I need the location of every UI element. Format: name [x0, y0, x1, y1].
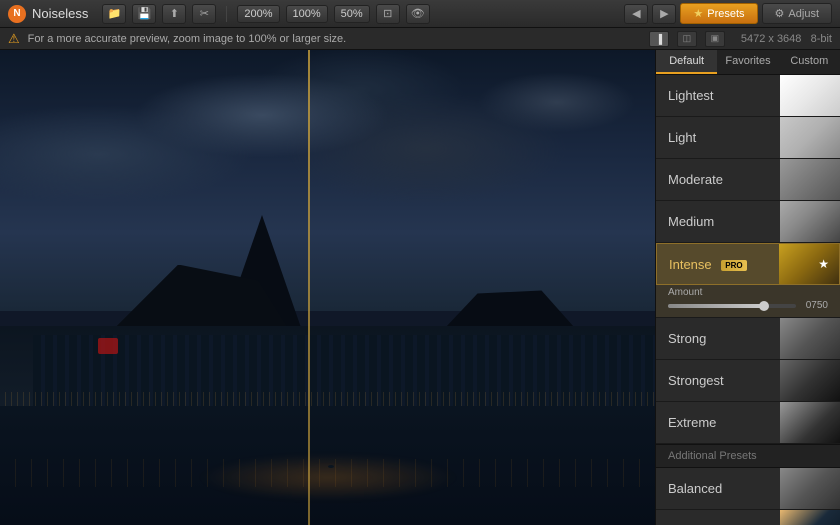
preset-moderate-label: Moderate [668, 172, 723, 187]
amount-thumb[interactable] [759, 301, 769, 311]
app-title: Noiseless [32, 6, 88, 21]
preset-extreme[interactable]: Extreme [656, 402, 840, 444]
separator-1 [226, 6, 227, 22]
zoom-200[interactable]: 200% [237, 5, 279, 23]
titlebar: N Noiseless 📁 💾 ⬆ ✂ 200% 100% 50% ⊡ 👁 ◀ … [0, 0, 840, 28]
amount-row: Amount 0750 [656, 285, 840, 318]
nav-forward-button[interactable]: ▶ [652, 4, 676, 24]
view-split-button[interactable]: ▐ [649, 31, 669, 47]
compare-button[interactable]: 👁 [406, 4, 430, 24]
preset-moderate[interactable]: Moderate [656, 159, 840, 201]
view-side-button[interactable]: ◫ [677, 31, 697, 47]
preset-strong-thumbnail [780, 318, 840, 359]
preset-medium[interactable]: Medium [656, 201, 840, 243]
preset-intense-label: Intense PRO [669, 257, 747, 272]
preset-intense-thumbnail [779, 244, 839, 284]
tab-favorites[interactable]: Favorites [717, 50, 778, 74]
warning-icon: ⚠ [8, 31, 20, 47]
app-icon: N [8, 5, 26, 23]
image-container [0, 50, 655, 525]
preset-strongest-thumbnail [780, 360, 840, 401]
infobar: ⚠ For a more accurate preview, zoom imag… [0, 28, 840, 50]
amount-slider[interactable] [668, 304, 796, 308]
preset-light[interactable]: Light [656, 117, 840, 159]
open-file-button[interactable]: 📁 [102, 4, 126, 24]
preset-medium-label: Medium [668, 214, 714, 229]
preset-balanced-label: Balanced [668, 481, 722, 496]
boat [328, 465, 334, 468]
right-panel: Default Favorites Custom Lightest Light … [655, 50, 840, 525]
water-glow [197, 454, 459, 502]
preset-lightest-label: Lightest [668, 88, 714, 103]
preset-extreme-label: Extreme [668, 415, 716, 430]
preset-balanced[interactable]: Balanced [656, 468, 840, 510]
toolbar-right: ◀ ▶ ★ Presets ⚙ Adjust [624, 3, 832, 24]
zoom-50[interactable]: 50% [334, 5, 370, 23]
save-button[interactable]: 💾 [132, 4, 156, 24]
intense-star-icon[interactable]: ★ [818, 257, 829, 271]
preset-strongest[interactable]: Strongest [656, 360, 840, 402]
share-button[interactable]: ⬆ [162, 4, 186, 24]
preset-balanced-thumbnail [780, 468, 840, 509]
adjust-tab-label: Adjust [788, 8, 819, 20]
preset-lightest[interactable]: Lightest [656, 75, 840, 117]
preset-medium-thumbnail [780, 201, 840, 242]
preset-strongest-label: Strongest [668, 373, 724, 388]
presets-tab-button[interactable]: ★ Presets [680, 3, 757, 24]
preset-strong-label: Strong [668, 331, 706, 346]
tab-custom[interactable]: Custom [779, 50, 840, 74]
app-icon-letter: N [13, 8, 20, 19]
image-area[interactable] [0, 50, 655, 525]
star-icon: ★ [693, 7, 703, 20]
preset-extreme-thumbnail [780, 402, 840, 443]
preset-light-label: Light [668, 130, 696, 145]
zoom-100[interactable]: 100% [286, 5, 328, 23]
amount-label: Amount [668, 287, 828, 298]
amount-fill [668, 304, 764, 308]
preset-strong[interactable]: Strong [656, 318, 840, 360]
presets-tab-label: Presets [707, 8, 744, 20]
preset-soft[interactable]: Soft [656, 510, 840, 525]
preset-intense[interactable]: Intense PRO ★ [656, 243, 840, 285]
tab-default[interactable]: Default [656, 50, 717, 74]
nav-back-button[interactable]: ◀ [624, 4, 648, 24]
photo-background [0, 50, 655, 525]
zoom-fit-button[interactable]: ⊡ [376, 4, 400, 24]
split-line[interactable] [308, 50, 310, 525]
image-dimensions: 5472 x 3648 8-bit [741, 33, 832, 45]
cloud-layer [0, 50, 655, 311]
presets-list: Lightest Light Moderate Medium Intense P… [656, 75, 840, 525]
main-layout: Default Favorites Custom Lightest Light … [0, 50, 840, 525]
preset-light-thumbnail [780, 117, 840, 158]
preset-moderate-thumbnail [780, 159, 840, 200]
panel-tabs: Default Favorites Custom [656, 50, 840, 75]
view-single-button[interactable]: ▣ [705, 31, 725, 47]
additional-presets-header: Additional Presets [656, 444, 840, 468]
amount-value: 0750 [800, 300, 828, 311]
red-sign [98, 338, 118, 354]
adjust-tab-button[interactable]: ⚙ Adjust [762, 3, 832, 24]
preset-lightest-thumbnail [780, 75, 840, 116]
crop-button[interactable]: ✂ [192, 4, 216, 24]
adjust-icon: ⚙ [775, 7, 785, 20]
info-text: For a more accurate preview, zoom image … [28, 33, 641, 45]
pro-badge: PRO [721, 260, 746, 271]
preset-soft-thumbnail [780, 510, 840, 525]
amount-slider-container[interactable]: 0750 [668, 300, 828, 311]
